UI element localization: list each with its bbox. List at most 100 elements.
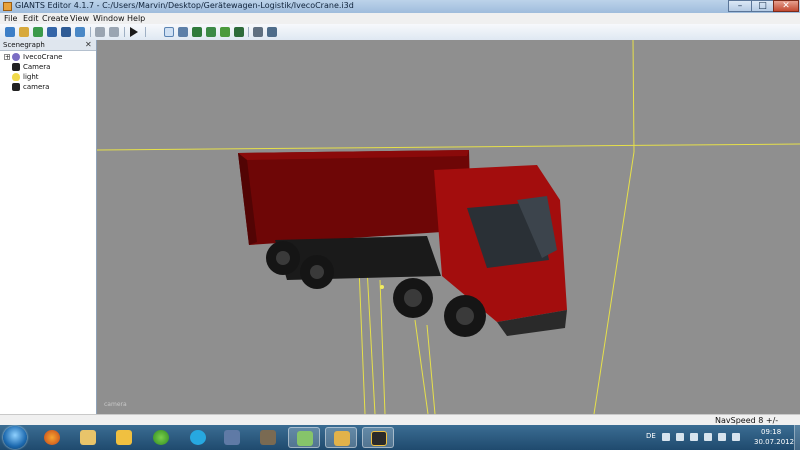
clock-time[interactable]: 09:18 [761, 428, 781, 436]
grid-icon[interactable] [253, 27, 263, 37]
select-icon[interactable] [164, 27, 174, 37]
ground-grid-line [414, 319, 429, 414]
window-title: GIANTS Editor 4.1.7 - C:/Users/Marvin/De… [15, 1, 354, 10]
foliage-icon[interactable] [220, 27, 230, 37]
explorer-icon [80, 430, 96, 445]
save-as-icon[interactable] [61, 27, 71, 37]
tray-arrow-icon[interactable] [662, 433, 670, 441]
title-bar: GIANTS Editor 4.1.7 - C:/Users/Marvin/De… [0, 0, 800, 13]
ground-grid-line [379, 279, 386, 414]
minimize-button[interactable]: – [728, 0, 752, 12]
tree-node-camera-2[interactable]: camera [12, 82, 49, 92]
camera-icon [12, 63, 20, 71]
wheel-hub [276, 251, 290, 265]
toolbar-separator [90, 27, 91, 37]
grid-snap-icon[interactable] [267, 27, 277, 37]
clock-date[interactable]: 30.07.2012 [754, 438, 794, 446]
folder-icon [334, 431, 350, 446]
light-bulb-icon [12, 73, 20, 81]
tree-node-label: light [23, 73, 39, 81]
detail-icon[interactable] [234, 27, 244, 37]
taskbar-skype[interactable] [182, 427, 214, 448]
language-indicator[interactable]: DE [646, 432, 656, 440]
viewport-camera-label: camera [104, 401, 127, 408]
start-button[interactable] [3, 426, 27, 449]
menu-bar: File Edit Create View Window Help [0, 13, 800, 24]
tray-network-icon[interactable] [690, 433, 698, 441]
tray-app-icon[interactable] [732, 433, 740, 441]
taskbar-firefox[interactable] [36, 427, 68, 448]
taskbar-explorer[interactable] [72, 427, 104, 448]
taskbar-editor[interactable] [216, 427, 248, 448]
toolbar [0, 24, 800, 41]
light-gizmo [380, 285, 384, 289]
magnet-icon[interactable] [178, 27, 188, 37]
terrain-icon[interactable] [192, 27, 202, 37]
transform-group-icon [12, 53, 20, 61]
toolbar-separator [248, 27, 249, 37]
taskbar-game-folder[interactable] [288, 427, 320, 448]
menu-edit[interactable]: Edit [23, 13, 39, 24]
3d-viewport[interactable]: camera [97, 40, 800, 414]
open-icon[interactable] [19, 27, 29, 37]
tree-node-light[interactable]: light [12, 72, 39, 82]
taskbar-folder[interactable] [325, 427, 357, 448]
ground-grid-line [358, 267, 366, 414]
tray-flag-icon[interactable] [676, 433, 684, 441]
ground-grid-line [426, 324, 436, 414]
tree-node-camera[interactable]: Camera [12, 62, 50, 72]
new-icon[interactable] [5, 27, 15, 37]
ground-grid-line [366, 267, 376, 414]
skype-icon [190, 430, 206, 445]
scenegraph-close-button[interactable]: ✕ [85, 40, 92, 50]
icq-icon [153, 430, 169, 445]
tree-node-label: camera [23, 83, 50, 91]
scenegraph-title: Scenegraph [3, 41, 45, 49]
giants-editor-icon [371, 431, 387, 446]
terrain-paint-icon[interactable] [206, 27, 216, 37]
redo-icon[interactable] [109, 27, 119, 37]
import-icon[interactable] [75, 27, 85, 37]
scenegraph-header: Scenegraph ✕ [0, 40, 96, 51]
close-button[interactable]: ✕ [773, 0, 799, 12]
wheel-hub [310, 265, 324, 279]
menu-help[interactable]: Help [127, 13, 145, 24]
show-desktop-button[interactable] [794, 425, 800, 450]
wheel-hub [404, 289, 422, 307]
scenegraph-panel: Scenegraph ✕ + IvecoCrane Camera light ca… [0, 40, 97, 416]
mail-icon [116, 430, 132, 445]
horizon-grid-line [97, 143, 800, 151]
taskbar-gimp[interactable] [252, 427, 284, 448]
tree-node-label: IvecoCrane [23, 53, 63, 61]
windows-taskbar: DE 09:18 30.07.2012 [0, 425, 800, 450]
toolbar-separator [145, 27, 146, 37]
toolbar-separator [124, 27, 125, 37]
menu-create[interactable]: Create [42, 13, 69, 24]
taskbar-giants-editor[interactable] [362, 427, 394, 448]
wheel-hub [456, 307, 474, 325]
menu-view[interactable]: View [70, 13, 89, 24]
menu-window[interactable]: Window [93, 13, 125, 24]
maximize-button[interactable]: □ [751, 0, 774, 12]
tree-node-ivecocrane[interactable]: + IvecoCrane [4, 52, 62, 62]
play-icon[interactable] [130, 27, 138, 37]
tray-speaker-icon[interactable] [704, 433, 712, 441]
save-icon[interactable] [47, 27, 57, 37]
tray-device-icon[interactable] [718, 433, 726, 441]
giants-app-icon [3, 2, 12, 11]
taskbar-icq[interactable] [145, 427, 177, 448]
tree-node-label: Camera [23, 63, 51, 71]
editor-icon [224, 430, 240, 445]
expand-icon[interactable]: + [4, 54, 10, 61]
undo-icon[interactable] [95, 27, 105, 37]
firefox-icon [44, 430, 60, 445]
taskbar-mail[interactable] [108, 427, 140, 448]
menu-file[interactable]: File [4, 13, 17, 24]
game-folder-icon [297, 431, 313, 446]
ground-grid-line [593, 151, 635, 414]
gimp-icon [260, 430, 276, 445]
reload-icon[interactable] [33, 27, 43, 37]
viewport-scene [97, 40, 800, 414]
vertical-axis-line [632, 40, 635, 153]
dump-body [238, 150, 471, 245]
